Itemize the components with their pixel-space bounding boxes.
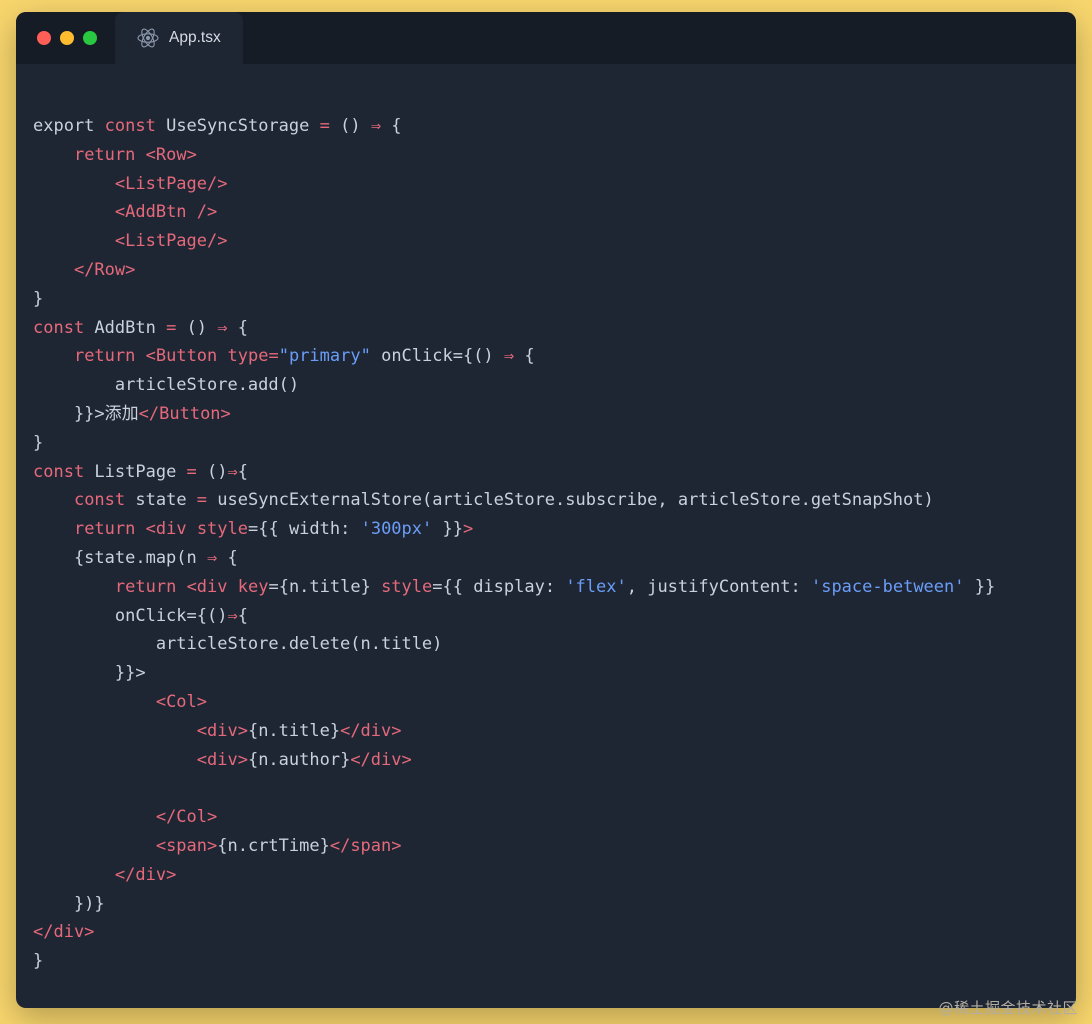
code-line: <Col>: [155, 691, 208, 712]
code-line: }}>添加</Button>: [33, 403, 231, 424]
code-line: return <Row>: [73, 144, 197, 165]
code-line: <AddBtn />: [114, 202, 218, 223]
code-line: }: [33, 951, 44, 972]
code-line: }: [33, 432, 44, 453]
code-line: </div>: [114, 864, 177, 885]
code-line: }: [33, 288, 44, 309]
code-line: <span>{n.crtTime}</span>: [155, 835, 402, 856]
code-block: export const UseSyncStorage = () ⇒ { ret…: [16, 64, 1076, 1006]
code-line: })}: [33, 893, 105, 914]
code-line: }}>: [33, 663, 146, 684]
code-line: const AddBtn = () ⇒ {: [33, 317, 249, 338]
code-line: </div>: [33, 922, 95, 943]
code-line: const ListPage = ()⇒{: [33, 461, 249, 482]
close-button[interactable]: [37, 31, 51, 45]
code-line: <ListPage/>: [114, 231, 228, 252]
code-line: <div>{n.author}</div>: [196, 749, 412, 770]
code-line: onClick={()⇒{: [33, 605, 248, 626]
code-line: </Row>: [73, 259, 136, 280]
code-line: <div>{n.title}</div>: [196, 720, 402, 741]
code-line: </Col>: [155, 807, 218, 828]
window-titlebar: App.tsx: [16, 12, 1076, 64]
code-line: export const UseSyncStorage = () ⇒ {: [33, 116, 402, 136]
code-line: return <Button type="primary" onClick={(…: [73, 346, 535, 367]
code-editor-window: App.tsx export const UseSyncStorage = ()…: [16, 12, 1076, 1008]
code-line: articleStore.delete(n.title): [33, 634, 443, 655]
code-line: const state = useSyncExternalStore(artic…: [73, 490, 934, 511]
traffic-lights: [16, 31, 97, 45]
code-line: articleStore.add(): [33, 375, 300, 396]
code-line: return <div key={n.title} style={{ displ…: [114, 576, 996, 597]
minimize-button[interactable]: [60, 31, 74, 45]
tab-label: App.tsx: [169, 29, 221, 46]
code-line: <ListPage/>: [114, 173, 228, 194]
code-line: return <div style={{ width: '300px' }}>: [73, 519, 474, 540]
tab-app-tsx[interactable]: App.tsx: [115, 12, 243, 64]
watermark: @稀土掘金技术社区: [938, 999, 1078, 1017]
maximize-button[interactable]: [83, 31, 97, 45]
code-line: {state.map(n ⇒ {: [33, 547, 238, 568]
react-icon: [137, 27, 159, 49]
